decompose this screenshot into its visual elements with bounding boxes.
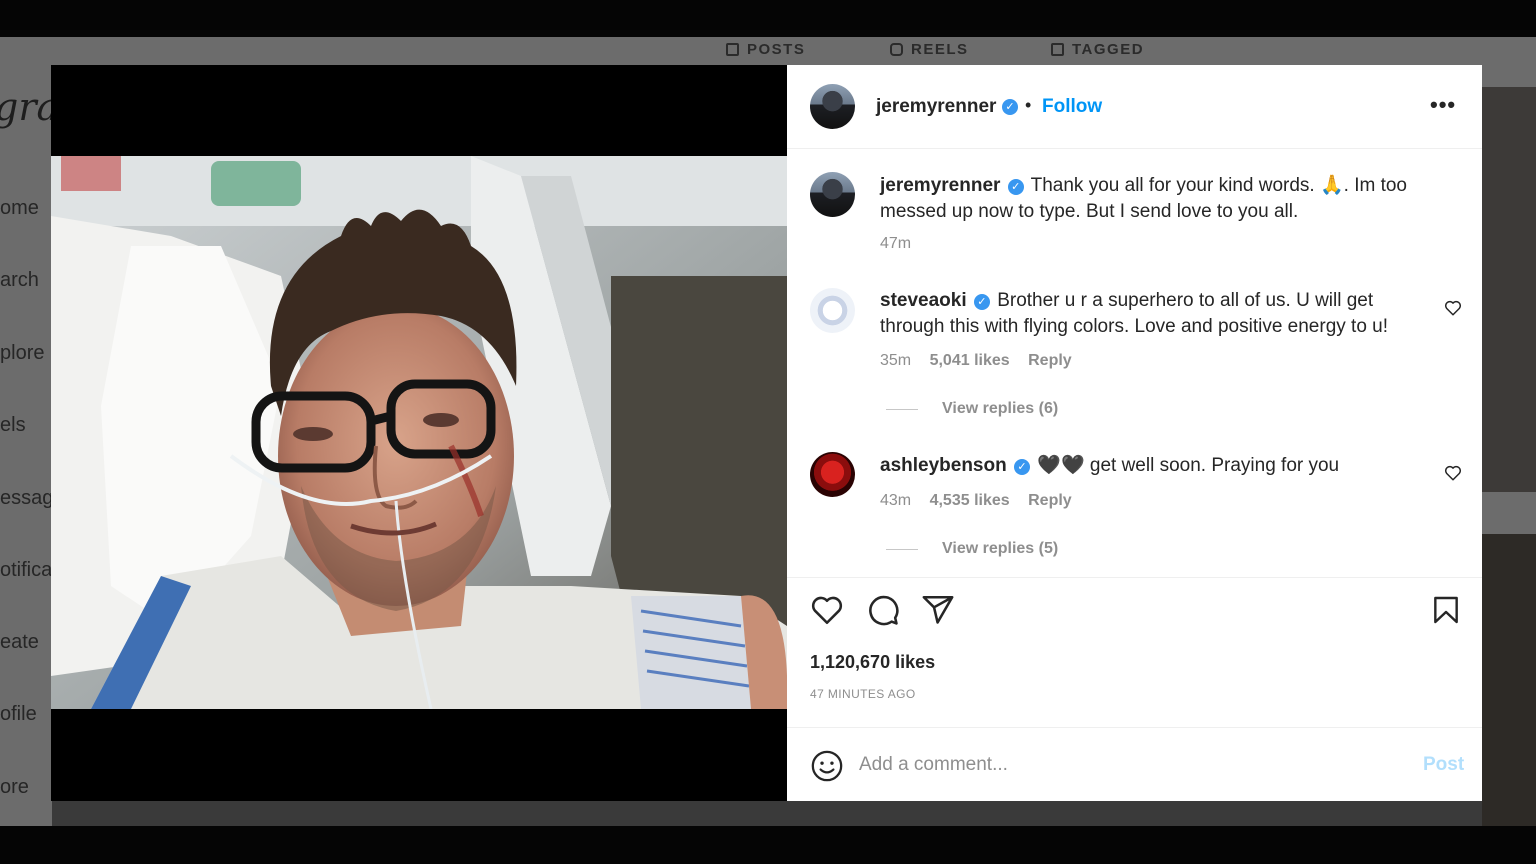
comment-meta: 35m 5,041 likes Reply	[880, 352, 1086, 370]
post-header: jeremyrenner ✓ • Follow •••	[787, 65, 1482, 149]
letterbox-bottom	[0, 826, 1536, 864]
bookmark-icon[interactable]	[1430, 593, 1462, 627]
author-avatar[interactable]	[810, 84, 855, 129]
reply-button[interactable]: Reply	[1028, 352, 1072, 369]
background-thumbnails	[52, 800, 1482, 826]
caption-username[interactable]: jeremyrenner	[880, 175, 1000, 196]
replies-divider	[886, 408, 918, 410]
comment-time[interactable]: 35m	[880, 352, 911, 369]
tab-posts[interactable]: POSTS	[726, 41, 805, 58]
profile-tabs: POSTS REELS TAGGED	[0, 41, 1536, 63]
view-replies-label: View replies (5)	[942, 540, 1059, 557]
sidebar-item-more[interactable]: ore	[0, 776, 29, 799]
replies-divider	[886, 548, 918, 550]
sidebar-item-explore[interactable]: plore	[0, 342, 44, 365]
sidebar-nav: gram ome arch plore els essag otifica ea…	[0, 37, 52, 826]
view-replies-button[interactable]: View replies (5)	[886, 540, 1058, 558]
caption: jeremyrenner ✓ Thank you all for your ki…	[880, 173, 1440, 225]
caption-time[interactable]: 47m	[880, 235, 911, 253]
comment-like-heart-icon[interactable]	[1444, 464, 1462, 482]
comment-text: 🖤🖤 get well soon. Praying for you	[1037, 455, 1340, 476]
tab-reels[interactable]: REELS	[890, 41, 969, 58]
instagram-logo: gram	[0, 85, 52, 129]
sidebar-item-create[interactable]: eate	[0, 631, 39, 654]
comment-like-heart-icon[interactable]	[1444, 299, 1462, 317]
sidebar-item-profile[interactable]: ofile	[0, 703, 37, 726]
tab-tagged[interactable]: TAGGED	[1051, 41, 1144, 58]
verified-badge-icon: ✓	[973, 294, 990, 310]
post-timestamp[interactable]: 47 MINUTES AGO	[810, 687, 916, 701]
verified-badge-icon: ✓	[1007, 179, 1024, 195]
hospital-selfie-photo	[51, 156, 787, 709]
more-options-icon[interactable]: •••	[1430, 92, 1456, 118]
comment-icon[interactable]	[866, 593, 900, 627]
sidebar-item-messages[interactable]: essag	[0, 487, 52, 510]
follow-button[interactable]: Follow	[1042, 96, 1102, 118]
letterbox-top	[0, 0, 1536, 37]
background-thumbnail	[1482, 87, 1536, 492]
comment-likes[interactable]: 4,535 likes	[930, 492, 1010, 509]
sidebar-item-reels[interactable]: els	[0, 414, 26, 437]
background-thumbnail	[1482, 534, 1536, 826]
author-username[interactable]: jeremyrenner	[876, 96, 996, 118]
post-details-panel: jeremyrenner ✓ • Follow ••• jeremyrenner…	[787, 65, 1482, 801]
reply-button[interactable]: Reply	[1028, 492, 1072, 509]
comment-time[interactable]: 43m	[880, 492, 911, 509]
comment-input[interactable]	[859, 751, 1379, 779]
comment-likes[interactable]: 5,041 likes	[930, 352, 1010, 369]
view-replies-label: View replies (6)	[942, 400, 1059, 417]
comment: steveaoki ✓ Brother u r a superhero to a…	[880, 288, 1420, 340]
comment-meta: 43m 4,535 likes Reply	[880, 492, 1086, 510]
sidebar-item-notifications[interactable]: otifica	[0, 559, 52, 582]
grid-icon	[726, 43, 739, 56]
sidebar-item-home[interactable]: ome	[0, 197, 39, 220]
tag-icon	[1051, 43, 1064, 56]
comment-username[interactable]: ashleybenson	[880, 455, 1007, 476]
post-photo[interactable]	[51, 65, 787, 801]
separator-dot: •	[1025, 95, 1032, 115]
verified-badge-icon: ✓	[1002, 99, 1018, 115]
commenter-avatar[interactable]	[810, 452, 855, 497]
heart-icon[interactable]	[809, 593, 845, 627]
verified-badge-icon: ✓	[1014, 459, 1030, 475]
comment: ashleybenson ✓ 🖤🖤 get well soon. Praying…	[880, 453, 1420, 479]
post-comment-button[interactable]: Post	[1423, 754, 1464, 776]
comment-username[interactable]: steveaoki	[880, 290, 967, 311]
share-icon[interactable]	[921, 593, 955, 627]
emoji-icon[interactable]	[810, 749, 844, 783]
reels-icon	[890, 43, 903, 56]
divider	[787, 727, 1482, 728]
sidebar-item-search[interactable]: arch	[0, 269, 39, 292]
divider	[787, 577, 1482, 578]
commenter-avatar[interactable]	[810, 288, 855, 333]
like-count[interactable]: 1,120,670 likes	[810, 652, 935, 673]
view-replies-button[interactable]: View replies (6)	[886, 400, 1058, 418]
caption-avatar[interactable]	[810, 172, 855, 217]
